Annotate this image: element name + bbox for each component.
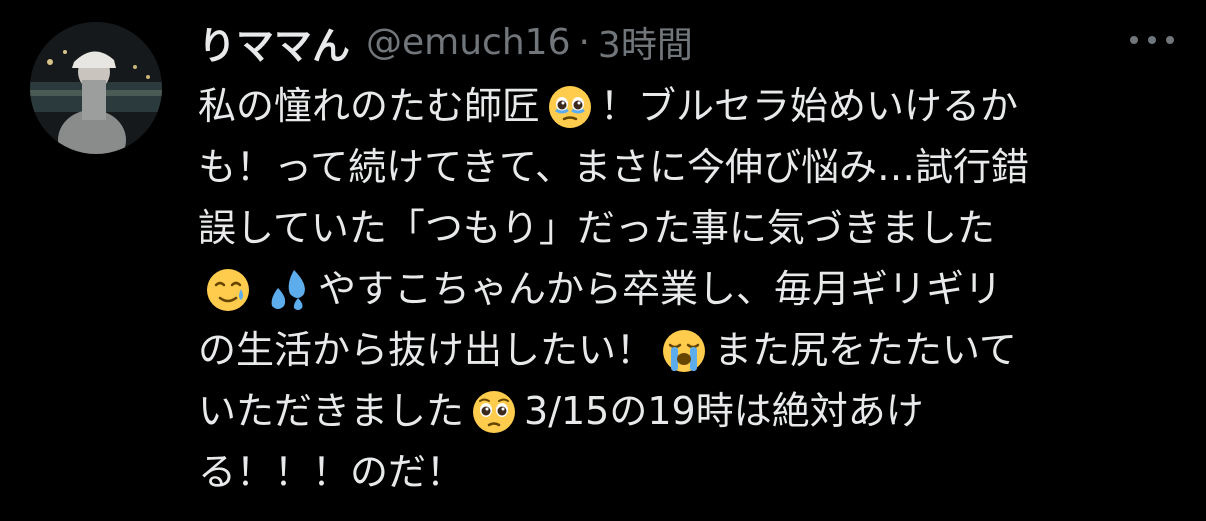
- more-dot: [1148, 36, 1156, 44]
- tweet-text-line: いただきました 3/15の19時は絶対あけ: [198, 381, 1178, 442]
- text-segment: の生活から抜け出したい！: [198, 328, 655, 372]
- tweet-text-line: る！！！のだ！: [198, 442, 1178, 503]
- text-segment: も！って続けてきて、まさに今伸び悩み…試行錯: [198, 145, 1030, 189]
- pleading-emoji: [470, 388, 518, 436]
- text-segment: る！！！のだ！: [198, 450, 465, 494]
- loudly-crying-emoji: [660, 327, 708, 375]
- tweet-header: りママん @emuch16 · 3時間: [198, 14, 1098, 70]
- tweet-text-line: の生活から抜け出したい！ また尻をたたいて: [198, 320, 1178, 381]
- text-segment: 3/15の19時は絶対あけ: [524, 389, 924, 433]
- text-segment: やすこちゃんから卒業し、毎月ギリギリ: [318, 267, 1003, 311]
- user-handle[interactable]: @emuch16: [366, 22, 570, 63]
- tweet-text-line: 誤していた「つもり」だった事に気づきました: [198, 198, 1178, 259]
- tweet-text-line: やすこちゃんから卒業し、毎月ギリギリ: [198, 259, 1178, 320]
- tweet-text-line: も！って続けてきて、まさに今伸び悩み…試行錯: [198, 137, 1178, 198]
- more-dot: [1130, 36, 1138, 44]
- timestamp[interactable]: 3時間: [598, 16, 693, 68]
- separator-dot: ·: [578, 21, 590, 63]
- sweat-droplets-emoji: [264, 266, 312, 314]
- text-segment: 私の憧れのたむ師匠: [198, 84, 541, 128]
- more-dot: [1166, 36, 1174, 44]
- more-options-icon[interactable]: [1130, 30, 1174, 50]
- tweet[interactable]: りママん @emuch16 · 3時間 私の憧れのたむ師匠 ！ブルセラ始めいける…: [0, 0, 1206, 521]
- smiling-tear-emoji: [204, 266, 252, 314]
- text-segment: いただきました: [198, 389, 465, 433]
- text-segment: また尻をたたいて: [714, 328, 1017, 372]
- text-segment: ！ブルセラ始めいけるか: [600, 84, 1019, 128]
- avatar[interactable]: [30, 22, 162, 154]
- tweet-text-line: 私の憧れのたむ師匠 ！ブルセラ始めいけるか: [198, 76, 1178, 137]
- text-segment: 誤していた「つもり」だった事に気づきました: [198, 206, 995, 250]
- profile-photo-icon: [30, 22, 162, 154]
- pleading-tears-emoji: [546, 83, 594, 131]
- tweet-text: 私の憧れのたむ師匠 ！ブルセラ始めいけるか も！って続けてきて、まさに今伸び悩み…: [198, 76, 1178, 503]
- display-name[interactable]: りママん: [198, 15, 350, 70]
